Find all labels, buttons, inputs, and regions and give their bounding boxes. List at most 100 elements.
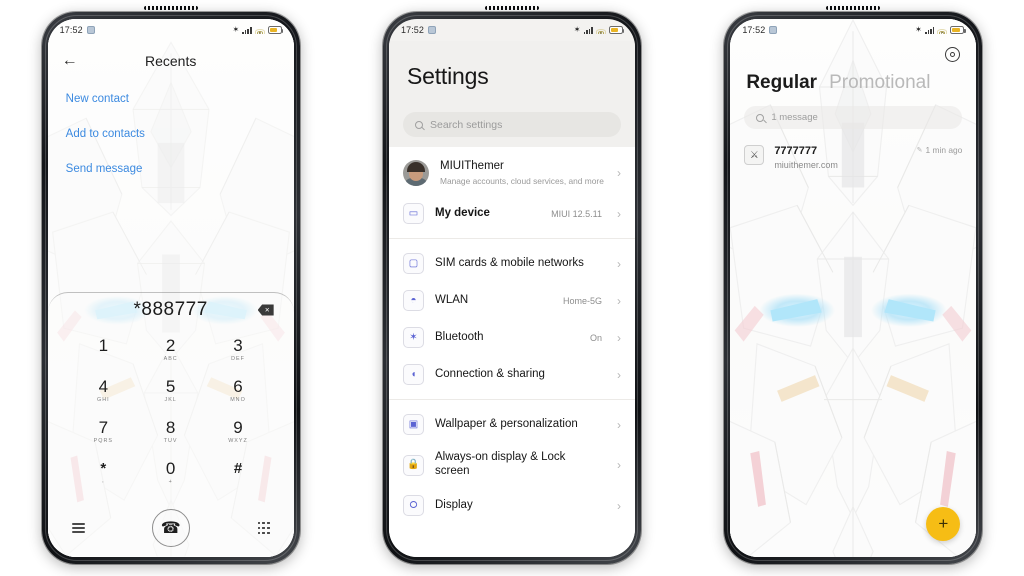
message-avatar-icon: ⚔	[744, 145, 765, 165]
lock-icon: 🔒	[402, 454, 424, 476]
dialed-number[interactable]: *888777	[134, 299, 208, 321]
call-icon[interactable]: ☎	[151, 509, 190, 547]
row-value: On	[589, 332, 602, 343]
send-message-link[interactable]: Send message	[66, 163, 276, 175]
settings-row-display[interactable]: ⭘ Display ›	[389, 487, 635, 524]
key-sublabel: ,	[102, 477, 105, 484]
list-divider	[388, 399, 635, 400]
row-value: MIUI 12.5.11	[551, 208, 602, 219]
settings-hero: Settings	[388, 41, 635, 102]
dialpad-key-6[interactable]: 6 MNO	[204, 370, 271, 411]
settings-list: MIUIThemer Manage accounts, cloud servic…	[388, 147, 635, 557]
menu-icon[interactable]	[71, 523, 85, 533]
row-label: WLAN	[434, 293, 469, 306]
battery-icon	[950, 26, 966, 34]
key-digit: #	[233, 460, 243, 478]
messages-screen: 17:52 ✶ Regular Promotional 1 message ⚔ …	[730, 19, 977, 557]
new-contact-link[interactable]: New contact	[66, 93, 276, 105]
keypad-grid-icon[interactable]	[257, 522, 270, 534]
dialpad-key-3[interactable]: 3 DEF	[204, 329, 271, 370]
wallpaper-icon: ▣	[402, 414, 424, 435]
earpiece-speaker	[484, 6, 539, 10]
list-divider	[388, 238, 635, 239]
key-digit: 7	[98, 418, 109, 438]
key-digit: 5	[165, 377, 176, 397]
gear-icon[interactable]	[945, 47, 961, 62]
add-to-contacts-link[interactable]: Add to contacts	[66, 128, 276, 140]
key-digit: *	[100, 460, 107, 478]
dialpad-key-5[interactable]: 5 JKL	[137, 370, 204, 411]
key-digit: 0	[165, 459, 176, 479]
cellular-signal-icon	[242, 26, 252, 34]
account-name: MIUIThemer	[439, 160, 504, 173]
status-bar: 17:52 ✶	[48, 19, 294, 41]
message-list-item[interactable]: ⚔ 7777777 miuithemer.com ✎ 1 min ago	[730, 129, 976, 170]
chevron-right-icon: ›	[616, 206, 621, 221]
settings-row-wlan[interactable]: ◓ WLAN Home-5G ›	[389, 282, 635, 319]
search-placeholder: 1 message	[771, 112, 818, 123]
account-subtitle: Manage accounts, cloud services, and mor…	[439, 175, 604, 186]
bluetooth-icon: ✶	[573, 25, 581, 34]
app-badge-icon	[769, 26, 778, 34]
settings-row-my-device[interactable]: ▭ My device MIUI 12.5.11 ›	[389, 195, 635, 232]
chevron-right-icon: ›	[616, 293, 621, 308]
row-value: Home-5G	[562, 295, 602, 306]
recents-header-area: ← Recents New contact Add to contacts Se…	[48, 41, 294, 176]
wifi-icon	[254, 26, 265, 34]
sim-card-icon: ▢	[402, 253, 424, 274]
message-sender: 7777777	[774, 145, 818, 157]
key-sublabel: GHI	[97, 396, 110, 403]
key-digit: 4	[98, 377, 109, 397]
tab-promotional[interactable]: Promotional	[829, 72, 930, 94]
settings-row-account[interactable]: MIUIThemer Manage accounts, cloud servic…	[389, 151, 635, 195]
row-label: Connection & sharing	[434, 367, 545, 380]
battery-icon	[608, 26, 625, 34]
settings-row-connection-sharing[interactable]: ◖ Connection & sharing ›	[389, 356, 635, 393]
dialpad-key-hash[interactable]: #	[204, 452, 271, 493]
dialpad-key-8[interactable]: 8 TUV	[137, 411, 204, 452]
dialpad-key-2[interactable]: 2 ABC	[137, 329, 204, 370]
settings-phone: 17:52 ✶ Settings Search settings MIUIThe…	[382, 6, 641, 564]
wifi-icon	[595, 26, 606, 34]
tab-regular[interactable]: Regular	[746, 72, 817, 94]
key-sublabel: ABC	[163, 355, 178, 362]
settings-search-wrap: Search settings	[388, 102, 635, 147]
settings-row-wallpaper[interactable]: ▣ Wallpaper & personalization ›	[389, 406, 635, 443]
bluetooth-icon: ✶	[232, 25, 240, 34]
wallpaper-mech-art	[730, 19, 977, 557]
page-title: Settings	[406, 63, 489, 89]
dialpad-key-0[interactable]: 0 +	[137, 452, 204, 493]
dialer-phone: 17:52 ✶ ← Recents New contact Add to con…	[41, 6, 300, 564]
key-sublabel: MNO	[230, 396, 246, 403]
status-bar: 17:52 ✶	[389, 19, 635, 41]
page-title: Recents	[144, 53, 197, 69]
search-input[interactable]: Search settings	[402, 112, 621, 137]
dialpad-key-7[interactable]: 7 PQRS	[70, 411, 137, 452]
settings-row-sim-cards[interactable]: ▢ SIM cards & mobile networks ›	[389, 245, 635, 282]
contact-action-links: New contact Add to contacts Send message	[48, 81, 294, 175]
chevron-right-icon: ›	[616, 166, 621, 180]
battery-icon	[267, 26, 284, 34]
message-preview: miuithemer.com	[774, 160, 838, 170]
status-bar: 17:52 ✶	[730, 19, 976, 41]
dialpad-key-9[interactable]: 9 WXYZ	[204, 411, 271, 452]
key-sublabel: PQRS	[93, 437, 113, 444]
cellular-signal-icon	[924, 26, 935, 34]
dialpad-key-1[interactable]: 1	[70, 329, 137, 370]
row-label: SIM cards & mobile networks	[434, 256, 584, 269]
bluetooth-icon: ✶	[402, 327, 424, 348]
search-input[interactable]: 1 message	[744, 106, 963, 129]
wifi-icon: ◓	[402, 290, 424, 311]
bluetooth-icon: ✶	[915, 25, 922, 34]
chevron-right-icon: ›	[616, 256, 621, 271]
dialpad-key-star[interactable]: * ,	[70, 452, 137, 493]
chevron-right-icon: ›	[616, 458, 621, 472]
settings-row-aod-lock-screen[interactable]: 🔒 Always-on display & Lock screen ›	[389, 443, 635, 487]
row-label: Display	[434, 498, 473, 511]
dialpad-key-4[interactable]: 4 GHI	[70, 370, 137, 411]
backspace-icon[interactable]	[257, 304, 274, 316]
pencil-icon: ✎	[916, 147, 923, 154]
chevron-right-icon: ›	[616, 498, 621, 513]
settings-row-bluetooth[interactable]: ✶ Bluetooth On ›	[389, 319, 635, 356]
dialer-screen: 17:52 ✶ ← Recents New contact Add to con…	[47, 19, 294, 557]
